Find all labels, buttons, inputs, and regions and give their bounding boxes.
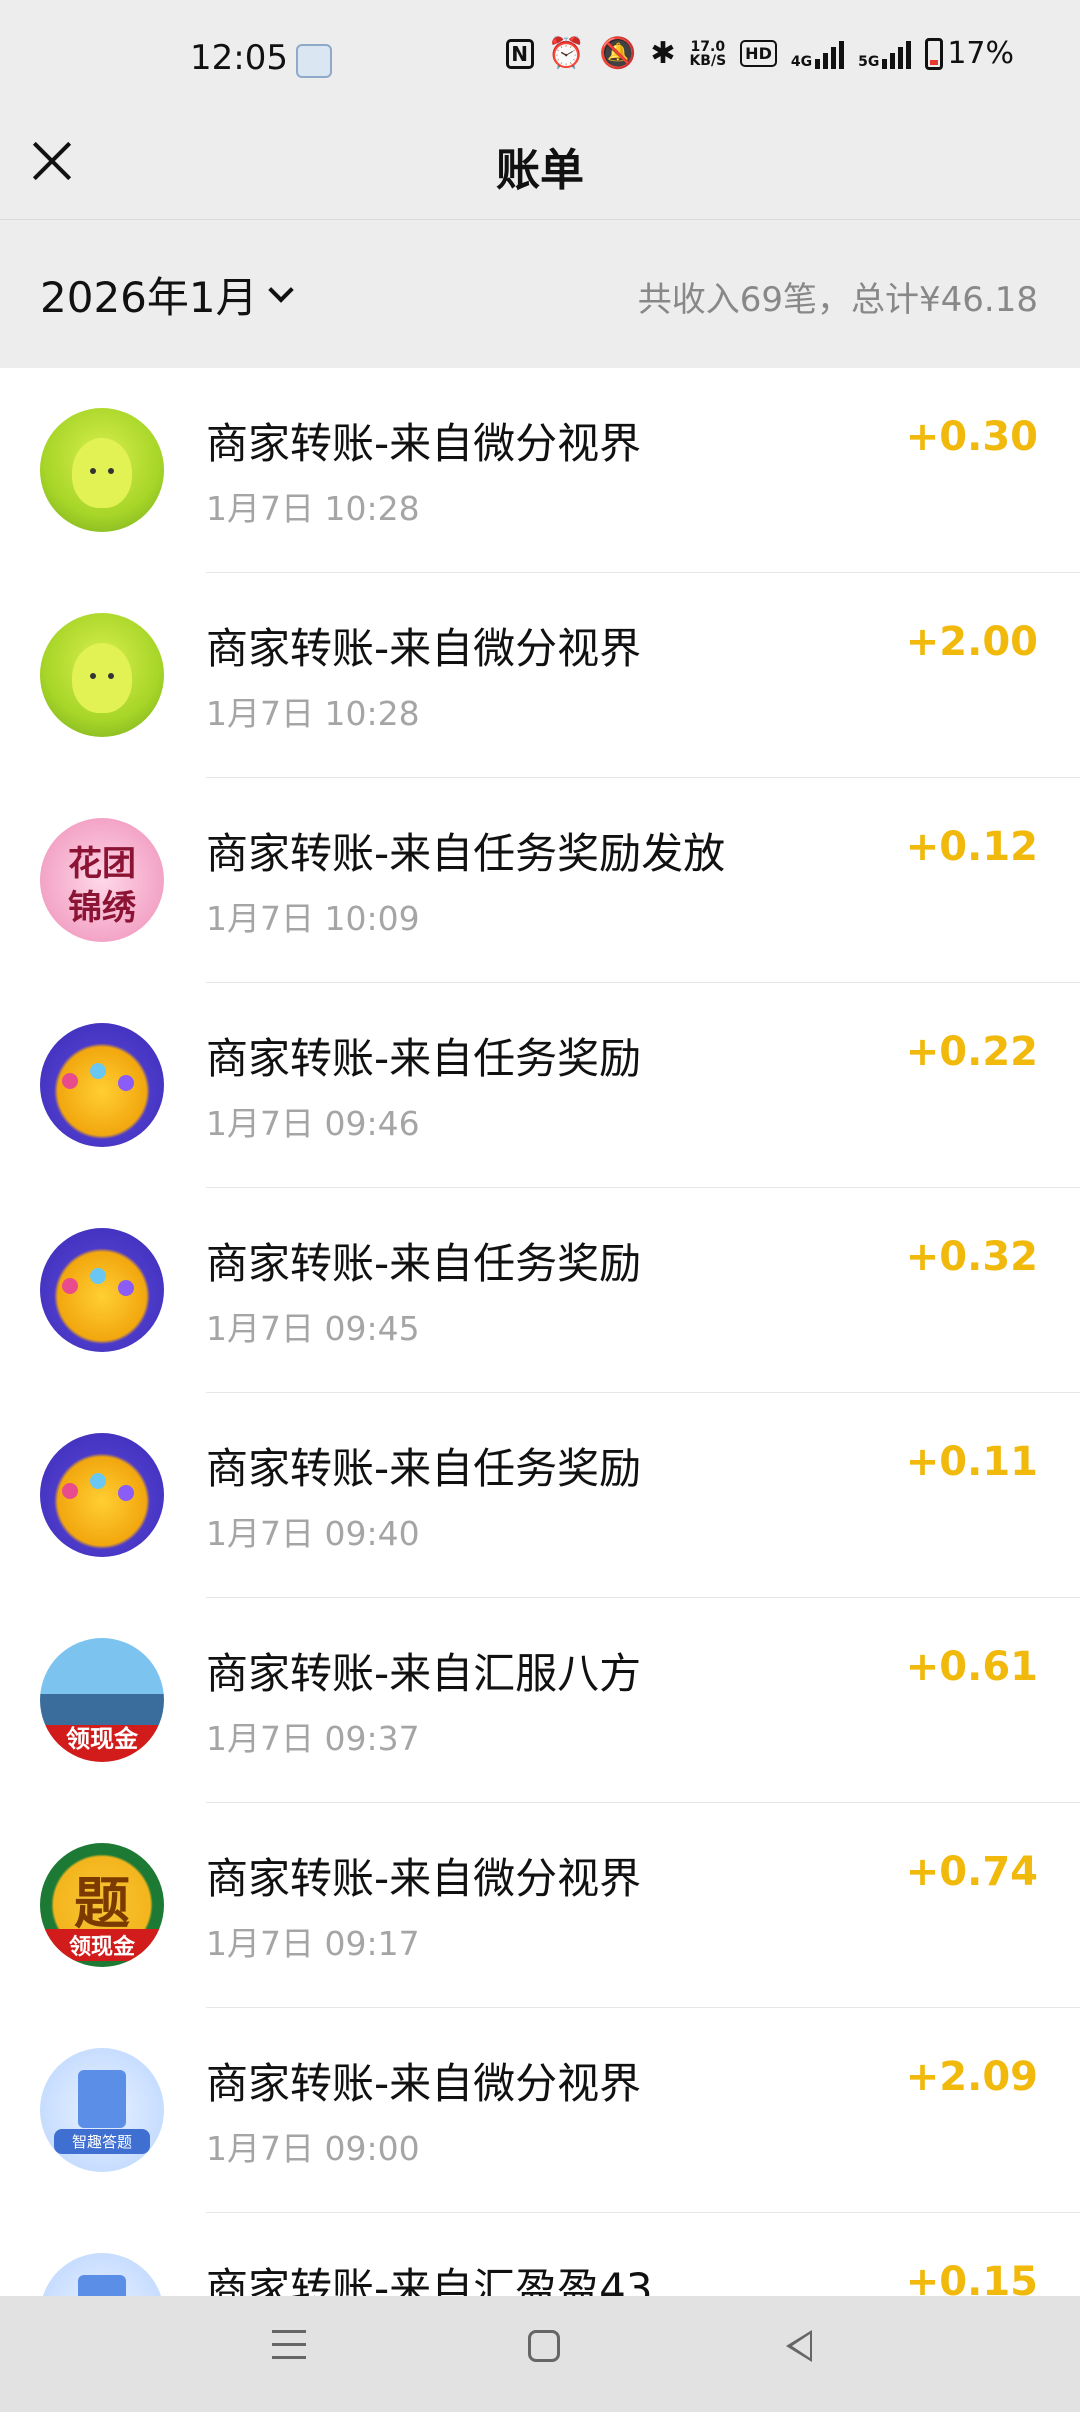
transaction-row[interactable]: 商家转账-来自微分视界 1月7日 10:28 +2.00 — [0, 573, 1080, 778]
signal-5g-icon: 5G — [858, 39, 912, 70]
net-type-4g: 4G — [790, 53, 813, 70]
merchant-avatar-pear — [40, 613, 164, 737]
transaction-title: 商家转账-来自微分视界 — [206, 2059, 642, 2108]
transaction-title: 商家转账-来自微分视界 — [206, 1854, 642, 1903]
battery-percent: 17% — [947, 36, 1014, 71]
merchant-avatar-task — [40, 1228, 164, 1352]
transaction-row[interactable]: 商家转账-来自任务奖励 1月7日 09:45 +0.32 — [0, 1188, 1080, 1393]
transaction-time: 1月7日 09:40 — [206, 1514, 420, 1553]
transaction-title: 商家转账-来自任务奖励 — [206, 1239, 642, 1288]
transaction-title: 商家转账-来自汇服八方 — [206, 1649, 642, 1698]
transaction-time: 1月7日 09:37 — [206, 1719, 420, 1758]
battery-indicator: 17% — [925, 36, 1014, 71]
transaction-amount: +0.32 — [905, 1234, 1038, 1280]
transaction-amount: +0.30 — [905, 414, 1038, 460]
transaction-time: 1月7日 10:28 — [206, 694, 420, 733]
bluetooth-icon: ✱ — [650, 36, 676, 71]
transaction-time: 1月7日 09:00 — [206, 2129, 420, 2168]
net-type-5g: 5G — [858, 53, 880, 70]
transaction-amount: +0.11 — [905, 1439, 1038, 1485]
back-icon[interactable] — [786, 2330, 812, 2362]
transaction-time: 1月7日 09:46 — [206, 1104, 420, 1143]
transaction-row[interactable]: 花团 锦绣 商家转账-来自任务奖励发放 1月7日 10:09 +0.12 — [0, 778, 1080, 983]
merchant-avatar-quiz — [40, 2253, 164, 2296]
notification-app-icon — [296, 44, 332, 78]
avatar-text: 领现金 — [66, 1725, 138, 1753]
transaction-amount: +0.15 — [905, 2259, 1038, 2296]
transaction-amount: +0.74 — [905, 1849, 1038, 1895]
avatar-text: 领现金 — [40, 1929, 164, 1961]
transaction-row[interactable]: 题 领现金 商家转账-来自微分视界 1月7日 09:17 +0.74 — [0, 1803, 1080, 2008]
transaction-title: 商家转账-来自微分视界 — [206, 419, 642, 468]
transaction-row[interactable]: 智趣答题 商家转账-来自微分视界 1月7日 09:00 +2.09 — [0, 2008, 1080, 2213]
transaction-row[interactable]: 商家转账-来自微分视界 1月7日 10:28 +0.30 — [0, 368, 1080, 573]
merchant-avatar-huatuan: 花团 锦绣 — [40, 818, 164, 942]
avatar-text-big: 题 — [74, 1872, 130, 1937]
status-icons: N ⏰ 🔕 ✱ 17.0 KB/S HD 4G 5G 17% — [505, 36, 1014, 71]
transaction-time: 1月7日 09:45 — [206, 1309, 420, 1348]
merchant-avatar-task — [40, 1433, 164, 1557]
merchant-avatar-shop: 领现金 — [40, 1638, 164, 1762]
status-bar: 12:05 N ⏰ 🔕 ✱ 17.0 KB/S HD 4G 5G 17% — [0, 0, 1080, 120]
system-nav-bar — [0, 2296, 1080, 2412]
transaction-title: 商家转账-来自任务奖励发放 — [206, 829, 726, 878]
transaction-row[interactable]: 商家转账-来自任务奖励 1月7日 09:40 +0.11 — [0, 1393, 1080, 1598]
status-time: 12:05 — [190, 38, 288, 78]
transaction-amount: +2.09 — [905, 2054, 1038, 2100]
income-total: 共收入69笔，总计¥46.18 — [637, 280, 1038, 320]
merchant-avatar-ti: 题 领现金 — [40, 1843, 164, 1967]
hd-icon: HD — [740, 40, 777, 67]
nfc-icon: N — [505, 38, 534, 69]
net-speed-unit: KB/S — [689, 52, 727, 69]
transaction-row[interactable]: 商家转账-来自任务奖励 1月7日 09:46 +0.22 — [0, 983, 1080, 1188]
merchant-avatar-task — [40, 1023, 164, 1147]
transaction-row[interactable]: 领现金 商家转账-来自汇服八方 1月7日 09:37 +0.61 — [0, 1598, 1080, 1803]
transaction-time: 1月7日 10:28 — [206, 489, 420, 528]
signal-4g-icon: 4G — [790, 39, 845, 70]
nav-header: 账单 — [0, 120, 1080, 220]
transaction-title: 商家转账-来自汇盈盈43 — [206, 2264, 653, 2296]
transaction-amount: +0.12 — [905, 824, 1038, 870]
mute-icon: 🔕 — [598, 36, 637, 71]
avatar-text-bottom: 锦绣 — [68, 888, 136, 928]
chevron-down-icon — [267, 276, 294, 303]
month-label: 2026年1月 — [40, 273, 258, 322]
avatar-text: 智趣答题 — [54, 2129, 150, 2154]
page-title: 账单 — [496, 145, 584, 196]
home-icon[interactable] — [528, 2330, 560, 2362]
avatar-text-top: 花团 — [68, 844, 136, 884]
transaction-title: 商家转账-来自任务奖励 — [206, 1034, 642, 1083]
transaction-time: 1月7日 10:09 — [206, 899, 420, 938]
transaction-time: 1月7日 09:17 — [206, 1924, 420, 1963]
menu-icon[interactable] — [272, 2330, 306, 2364]
month-selector[interactable]: 2026年1月 — [40, 264, 294, 325]
transaction-title: 商家转账-来自任务奖励 — [206, 1444, 642, 1493]
transaction-list[interactable]: 商家转账-来自微分视界 1月7日 10:28 +0.30 商家转账-来自微分视界… — [0, 368, 1080, 2296]
alarm-icon: ⏰ — [547, 36, 585, 71]
transaction-amount: +0.22 — [905, 1029, 1038, 1075]
net-speed: 17.0 KB/S — [689, 40, 726, 68]
transaction-row[interactable]: 商家转账-来自汇盈盈43 +0.15 — [0, 2213, 1080, 2296]
merchant-avatar-pear — [40, 408, 164, 532]
merchant-avatar-quiz: 智趣答题 — [40, 2048, 164, 2172]
transaction-amount: +2.00 — [905, 619, 1038, 665]
transaction-amount: +0.61 — [905, 1644, 1038, 1690]
transaction-title: 商家转账-来自微分视界 — [206, 624, 642, 673]
battery-icon — [925, 37, 944, 70]
bill-summary: 2026年1月 共收入69笔，总计¥46.18 — [0, 220, 1080, 368]
